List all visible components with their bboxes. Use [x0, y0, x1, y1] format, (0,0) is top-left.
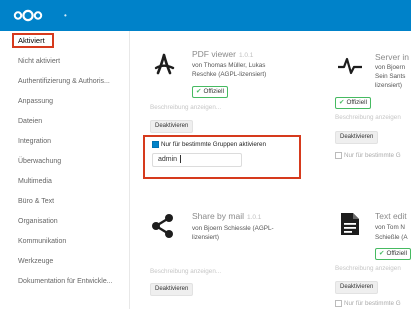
- app-author: von Thomas Müller, Lukas: [192, 62, 266, 69]
- disable-button[interactable]: Deaktivieren: [335, 281, 379, 294]
- share-icon: [150, 213, 176, 244]
- app-name: Share by mail 1.0.1: [192, 211, 262, 221]
- activity-pulse-icon: [338, 57, 362, 80]
- app-categories-sidebar: Aktiviert Nicht aktiviert Authentifizier…: [0, 31, 130, 309]
- sidebar-item-dokumentation[interactable]: Dokumentation für Entwickle...: [18, 277, 113, 286]
- sidebar-item-multimedia[interactable]: Multimedia: [18, 177, 52, 186]
- nextcloud-logo-icon[interactable]: [13, 9, 43, 27]
- app-author-line2: lizensiert): [192, 234, 219, 241]
- app-name: Text edit: [375, 211, 407, 221]
- sidebar-item-nicht-aktiviert[interactable]: Nicht aktiviert: [18, 57, 60, 66]
- sidebar-item-werkzeuge[interactable]: Werkzeuge: [18, 257, 53, 266]
- show-description-link[interactable]: Beschreibung anzeigen...: [150, 268, 221, 275]
- app-author-line2: Sein Sants: [375, 73, 406, 80]
- pdf-icon: [152, 52, 176, 81]
- app-author-line3: lizensiert): [375, 82, 402, 89]
- text-cursor: [180, 155, 182, 164]
- more-dots-icon[interactable]: •: [64, 12, 67, 20]
- checkmark-icon: ✔: [339, 99, 345, 106]
- checkbox-unchecked-icon: [335, 300, 342, 307]
- sidebar-item-buero-text[interactable]: Büro & Text: [18, 197, 54, 206]
- sidebar-item-anpassung[interactable]: Anpassung: [18, 97, 53, 106]
- show-description-link[interactable]: Beschreibung anzeigen: [335, 265, 401, 272]
- group-restriction-checkbox[interactable]: Nur für bestimmte Gruppen aktivieren: [152, 141, 266, 148]
- sidebar-item-kommunikation[interactable]: Kommunikation: [18, 237, 66, 246]
- checkbox-unchecked-icon: [335, 152, 342, 159]
- app-name: Server in: [375, 52, 410, 62]
- group-restriction-checkbox[interactable]: Nur für bestimmte G: [335, 300, 401, 307]
- group-restriction-checkbox[interactable]: Nur für bestimmte G: [335, 152, 401, 159]
- disable-button[interactable]: Deaktivieren: [335, 131, 379, 144]
- sidebar-item-dateien[interactable]: Dateien: [18, 117, 42, 126]
- app-author: von Bjoern Schiessle (AGPL-: [192, 225, 274, 232]
- disable-button[interactable]: Deaktivieren: [150, 283, 194, 296]
- app-version: 1.0.1: [238, 52, 254, 59]
- sidebar-item-authentifizierung[interactable]: Authentifizierung & Authoris...: [18, 77, 110, 86]
- official-badge: ✔ Offiziell: [192, 86, 228, 98]
- checkmark-icon: ✔: [379, 250, 385, 257]
- checkmark-icon: ✔: [196, 88, 202, 95]
- app-author: von Bjoern: [375, 64, 406, 71]
- text-document-icon: [340, 212, 360, 241]
- app-version: 1.0.1: [246, 214, 262, 221]
- disable-button[interactable]: Deaktivieren: [150, 120, 194, 133]
- official-badge: ✔ Offiziell: [335, 97, 371, 109]
- group-select-input[interactable]: admin: [152, 153, 242, 167]
- top-bar: •: [0, 0, 411, 31]
- sidebar-item-ueberwachung[interactable]: Überwachung: [18, 157, 61, 166]
- app-name: PDF viewer 1.0.1: [192, 49, 254, 59]
- app-author: von Tom N: [375, 224, 405, 231]
- show-description-link[interactable]: Beschreibung anzeigen: [335, 114, 401, 121]
- show-description-link[interactable]: Beschreibung anzeigen...: [150, 104, 221, 111]
- app-author-line2: Schießle (A: [375, 234, 408, 241]
- highlight-box-active-category: [12, 33, 54, 48]
- sidebar-item-integration[interactable]: Integration: [18, 137, 51, 146]
- official-badge: ✔ Offiziell: [375, 248, 411, 260]
- sidebar-item-organisation[interactable]: Organisation: [18, 217, 58, 226]
- checkbox-checked-icon: [152, 141, 159, 148]
- app-author-line2: Reschke (AGPL-lizensiert): [192, 71, 267, 78]
